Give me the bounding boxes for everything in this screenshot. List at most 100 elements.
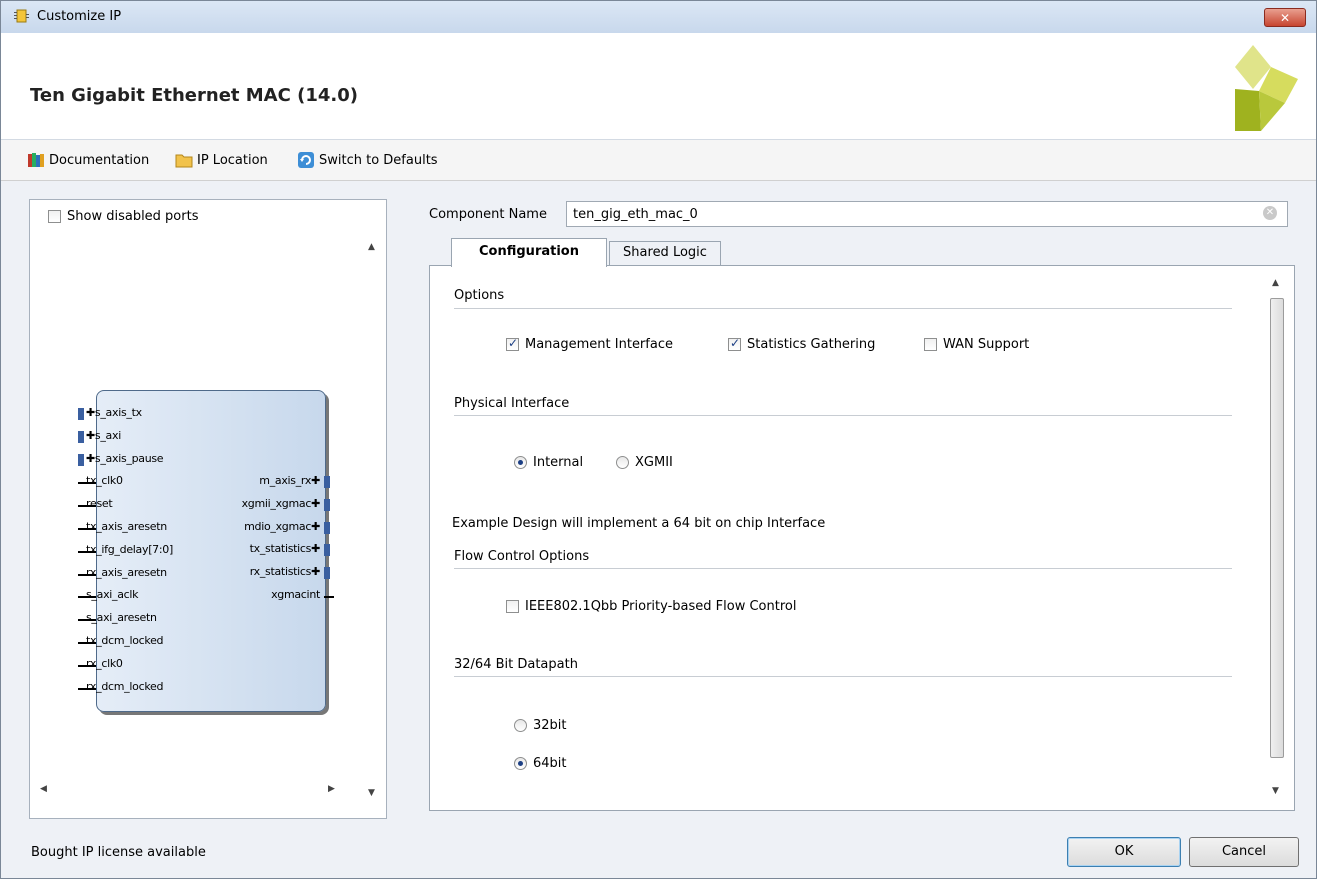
port-bus-connector bbox=[78, 408, 84, 420]
scroll-right-icon[interactable]: ▶ bbox=[328, 784, 335, 794]
cancel-button[interactable]: Cancel bbox=[1189, 837, 1299, 867]
port-bus-connector bbox=[324, 498, 330, 511]
port-label-tx-ifg-delay-7-0-: tx_ifg_delay[7:0] bbox=[86, 542, 173, 556]
license-status: Bought IP license available bbox=[31, 845, 206, 860]
datapath-section-title: 32/64 Bit Datapath bbox=[454, 657, 578, 672]
port-label-xgmacint: xgmacint bbox=[271, 588, 320, 601]
switch-to-defaults-label: Switch to Defaults bbox=[319, 152, 438, 168]
title-bar: Customize IP ✕ bbox=[1, 1, 1316, 33]
xgmii-option[interactable]: XGMII bbox=[616, 455, 673, 470]
internal-option[interactable]: Internal bbox=[514, 455, 583, 470]
show-disabled-ports-label: Show disabled ports bbox=[67, 209, 199, 224]
symbol-horizontal-scrollbar[interactable]: ◀ ▶ bbox=[38, 782, 348, 798]
options-section-title: Options bbox=[454, 288, 505, 303]
divider bbox=[454, 676, 1232, 677]
port-label-rx-axis-aresetn: rx_axis_aresetn bbox=[86, 565, 167, 579]
management-interface-label: Management Interface bbox=[525, 337, 673, 352]
port-bus-connector bbox=[324, 567, 330, 580]
folder-icon bbox=[175, 154, 193, 168]
close-icon: ✕ bbox=[1279, 11, 1291, 25]
port-label-m-axis-rx: m_axis_rx✚ bbox=[259, 474, 320, 487]
configuration-panel: Options Management Interface Statistics … bbox=[429, 265, 1295, 811]
port-label-rx-dcm-locked: rx_dcm_locked bbox=[86, 679, 164, 693]
component-name-input[interactable] bbox=[566, 201, 1288, 227]
datapath-64bit-label: 64bit bbox=[533, 756, 567, 771]
management-interface-checkbox[interactable] bbox=[506, 336, 519, 351]
port-bus-connector bbox=[78, 430, 84, 443]
port-label-s-axi-aresetn: s_axi_aresetn bbox=[86, 611, 157, 625]
switch-to-defaults-button[interactable]: Switch to Defaults bbox=[297, 151, 438, 169]
wan-support-checkbox[interactable] bbox=[924, 338, 937, 351]
symbol-vertical-scrollbar[interactable]: ▲ ▼ bbox=[366, 238, 382, 800]
divider bbox=[454, 415, 1232, 416]
refresh-icon bbox=[298, 152, 314, 168]
datapath-32bit-label: 32bit bbox=[533, 718, 567, 733]
port-label-rx-clk0: rx_clk0 bbox=[86, 656, 123, 670]
clear-icon[interactable]: ✕ bbox=[1263, 206, 1277, 220]
scrollbar-thumb[interactable] bbox=[1270, 298, 1284, 758]
header: Ten Gigabit Ethernet MAC (14.0) bbox=[1, 33, 1316, 140]
books-icon bbox=[28, 153, 44, 167]
xgmii-radio[interactable] bbox=[616, 456, 629, 469]
scroll-up-icon[interactable]: ▲ bbox=[368, 242, 375, 252]
port-label-reset: reset bbox=[86, 497, 113, 511]
port-label-tx-statistics: tx_statistics✚ bbox=[249, 542, 321, 556]
documentation-button[interactable]: Documentation bbox=[27, 151, 149, 169]
port-label-s-axi: ✚s_axi bbox=[86, 428, 121, 442]
port-label-mdio-xgmac: mdio_xgmac✚ bbox=[244, 519, 320, 533]
pfc-label: IEEE802.1Qbb Priority-based Flow Control bbox=[525, 599, 797, 614]
pfc-option[interactable]: IEEE802.1Qbb Priority-based Flow Control bbox=[506, 599, 796, 614]
divider bbox=[454, 308, 1232, 309]
datapath-64bit-radio[interactable] bbox=[514, 757, 527, 770]
management-interface-option[interactable]: Management Interface bbox=[506, 336, 673, 352]
port-label-xgmii-xgmac: xgmii_xgmac✚ bbox=[241, 496, 321, 510]
wan-support-option[interactable]: WAN Support bbox=[924, 337, 1029, 352]
ip-symbol-canvas: ✚s_axis_tx ✚s_axi ✚s_axis_pause tx_clk0 rese… bbox=[38, 238, 370, 808]
port-label-s-axis-pause: ✚s_axis_pause bbox=[86, 451, 164, 465]
example-design-note: Example Design will implement a 64 bit o… bbox=[452, 516, 826, 531]
close-button[interactable]: ✕ bbox=[1264, 8, 1306, 27]
port-label-rx-statistics: rx_statistics✚ bbox=[249, 565, 321, 579]
xilinx-logo-icon bbox=[1235, 45, 1298, 131]
page-title: Ten Gigabit Ethernet MAC (14.0) bbox=[30, 85, 358, 106]
pfc-checkbox[interactable] bbox=[506, 600, 519, 613]
show-disabled-ports-checkbox[interactable] bbox=[48, 210, 61, 223]
toolbar: Documentation IP Location Switch to Defa… bbox=[1, 140, 1316, 181]
port-label-s-axi-aclk: s_axi_aclk bbox=[86, 588, 139, 602]
wan-support-label: WAN Support bbox=[943, 337, 1030, 352]
statistics-gathering-label: Statistics Gathering bbox=[747, 337, 876, 352]
datapath-32bit-radio[interactable] bbox=[514, 719, 527, 732]
ok-button[interactable]: OK bbox=[1067, 837, 1181, 867]
port-label-tx-axis-aresetn: tx_axis_aresetn bbox=[86, 520, 167, 533]
internal-radio[interactable] bbox=[514, 456, 527, 469]
statistics-gathering-checkbox[interactable] bbox=[728, 336, 741, 351]
documentation-label: Documentation bbox=[49, 152, 150, 168]
port-connector bbox=[324, 596, 334, 598]
ip-location-button[interactable]: IP Location bbox=[175, 151, 268, 169]
symbol-panel: Show disabled ports ✚s_axis_tx ✚s_axi ✚s_a… bbox=[29, 199, 387, 819]
flow-control-section-title: Flow Control Options bbox=[454, 549, 590, 564]
divider bbox=[454, 568, 1232, 569]
internal-label: Internal bbox=[533, 455, 584, 470]
datapath-64bit-option[interactable]: 64bit bbox=[514, 756, 567, 771]
port-label-tx-dcm-locked: tx_dcm_locked bbox=[86, 634, 164, 647]
scroll-down-icon[interactable]: ▼ bbox=[1272, 786, 1279, 796]
scroll-up-icon[interactable]: ▲ bbox=[1272, 278, 1279, 288]
show-disabled-ports[interactable]: Show disabled ports bbox=[48, 209, 198, 224]
scroll-left-icon[interactable]: ◀ bbox=[40, 784, 47, 794]
component-name-label: Component Name bbox=[429, 207, 547, 222]
ip-icon bbox=[14, 9, 29, 23]
port-bus-connector bbox=[324, 476, 330, 488]
datapath-32bit-option[interactable]: 32bit bbox=[514, 718, 567, 733]
tab-shared-logic[interactable]: Shared Logic bbox=[609, 241, 721, 266]
port-label-s-axis-tx: ✚s_axis_tx bbox=[86, 406, 142, 419]
statistics-gathering-option[interactable]: Statistics Gathering bbox=[728, 336, 876, 352]
tab-configuration[interactable]: Configuration bbox=[451, 238, 607, 267]
port-bus-connector bbox=[324, 544, 330, 557]
scroll-down-icon[interactable]: ▼ bbox=[368, 788, 375, 798]
xgmii-label: XGMII bbox=[635, 455, 673, 470]
config-vertical-scrollbar[interactable]: ▲ ▼ bbox=[1268, 272, 1286, 802]
physical-interface-section-title: Physical Interface bbox=[454, 396, 570, 411]
ip-location-label: IP Location bbox=[197, 152, 268, 168]
customize-ip-window: Customize IP ✕ Ten Gigabit Ethernet MAC … bbox=[0, 0, 1317, 879]
